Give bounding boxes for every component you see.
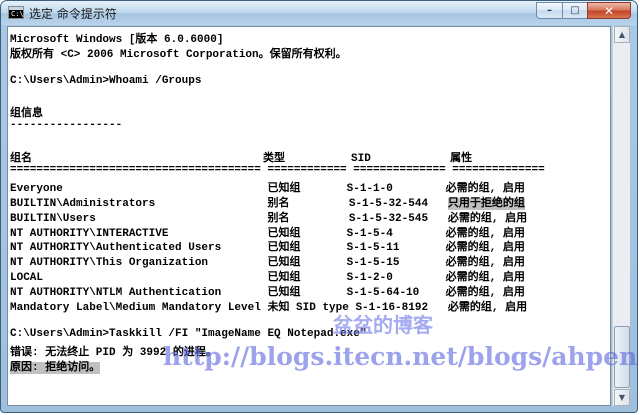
scroll-up-button[interactable]: ▲ — [614, 26, 630, 43]
console-line: C:\Users\Admin>Whoami /Groups — [10, 75, 610, 90]
minimize-icon: – — [547, 5, 552, 16]
caption-buttons: – □ ✕ — [536, 2, 631, 20]
console-line-text: 版权所有 <C> 2006 Microsoft Corporation。保留所有… — [10, 48, 347, 61]
console-line: BUILTIN\Users 别名 S-1-5-32-545 必需的组, 启用 — [10, 209, 610, 225]
console-line: C:\Users\Admin>Taskkill /FI "ImageName E… — [10, 328, 610, 343]
watermark-title: 盆盆的博客 — [333, 313, 433, 337]
console-line: NT AUTHORITY\NTLM Authentication 已知组 S-1… — [10, 283, 610, 299]
close-icon: ✕ — [603, 3, 615, 18]
minimize-button[interactable]: – — [536, 2, 562, 19]
console-line: NT AUTHORITY\INTERACTIVE 已知组 S-1-5-4 必需的… — [10, 224, 610, 240]
command-prompt-window: C:\ 选定 命令提示符 – □ ✕ Microsoft Windows [版本… — [0, 0, 638, 413]
console-line: LOCAL 已知组 S-1-2-0 必需的组, 启用 — [10, 268, 610, 284]
cmd-icon[interactable]: C:\ — [8, 6, 24, 19]
window-title: 选定 命令提示符 — [29, 7, 117, 21]
console-line-text: C:\Users\Admin>Taskkill /FI "ImageName E… — [10, 327, 367, 340]
console-line: 组信息 — [10, 104, 610, 120]
console-line: BUILTIN\Administrators 别名 S-1-5-32-544 只… — [10, 194, 610, 210]
close-button[interactable]: ✕ — [587, 2, 631, 19]
scroll-down-button[interactable]: ▼ — [614, 389, 630, 406]
console-line: Mandatory Label\Medium Mandatory Level 未… — [10, 298, 610, 315]
console-line-text: ----------------- — [10, 119, 123, 132]
console-line: Everyone 已知组 S-1-1-0 必需的组, 启用 — [10, 179, 610, 195]
console-line-text: Mandatory Label\Medium Mandatory Level 未… — [10, 302, 528, 315]
scroll-down-icon: ▼ — [618, 393, 626, 402]
cmd-icon-label: C:\ — [11, 10, 24, 18]
scroll-up-icon: ▲ — [618, 30, 626, 39]
console-line-text: ====================================== =… — [10, 164, 545, 177]
console-line-text: C:\Users\Admin>Whoami /Groups — [10, 74, 202, 87]
console-line: ----------------- — [10, 119, 610, 134]
watermark-url: http://blogs.itecn.net/blogs/ahpeng — [163, 342, 638, 371]
console-selection: 只用于拒绝的组 — [447, 197, 525, 210]
console-line: Microsoft Windows [版本 6.0.6000] — [10, 30, 610, 46]
console-line: NT AUTHORITY\This Organization 已知组 S-1-5… — [10, 253, 610, 269]
console-line: 组名 类型 SID 属性 — [10, 149, 610, 165]
console-line-text: BUILTIN\Users 别名 S-1-5-32-545 必需的组, 启用 — [10, 212, 528, 225]
maximize-icon: □ — [570, 5, 580, 16]
console-line: NT AUTHORITY\Authenticated Users 已知组 S-1… — [10, 238, 610, 254]
title-bar[interactable]: C:\ 选定 命令提示符 – □ ✕ — [1, 1, 637, 25]
console-lines: Microsoft Windows [版本 6.0.6000] 版权所有 <C> … — [10, 30, 610, 374]
console-line: ====================================== =… — [10, 164, 610, 179]
console-line-text: BUILTIN\Administrators 别名 S-1-5-32-544 — [10, 197, 448, 210]
console-selection: 原因: 拒绝访问。 — [10, 361, 101, 374]
maximize-button[interactable]: □ — [562, 2, 587, 19]
console-line: 版权所有 <C> 2006 Microsoft Corporation。保留所有… — [10, 45, 610, 61]
